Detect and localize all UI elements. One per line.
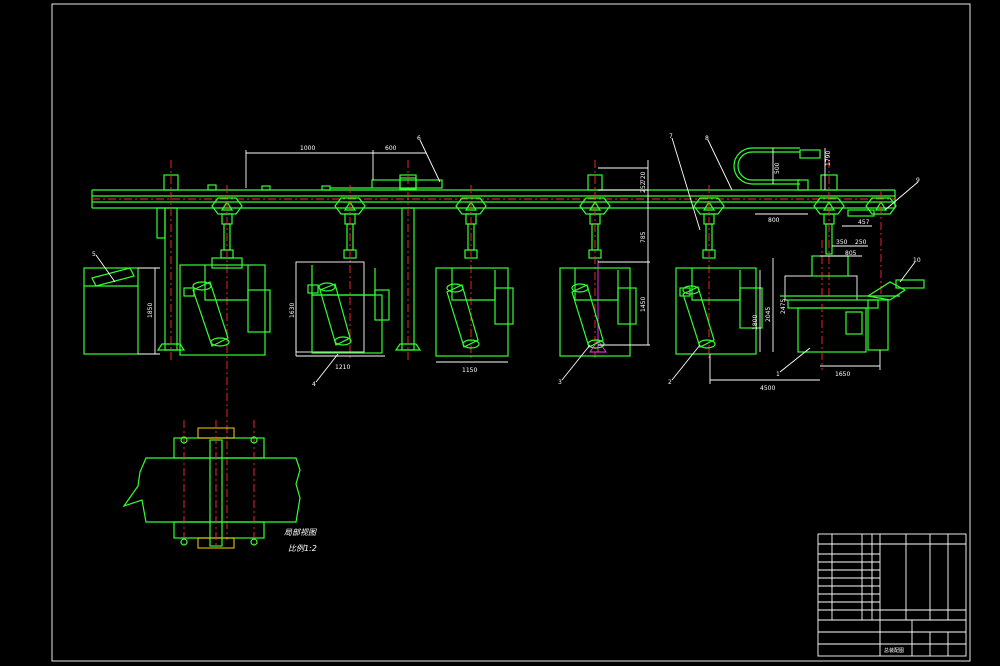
dim-1850: 1850 [147,303,154,318]
detail-view-scale: 比例1:2 [288,544,317,553]
press-station-1 [179,257,271,356]
dim-720: 720 [640,171,647,183]
dim-1630: 1630 [289,303,296,318]
manipulator-5 [693,185,725,358]
rail-cylinder [207,174,443,191]
press-station-3 [435,267,514,357]
dim-1000: 1000 [300,145,315,152]
detail-view-title: 局部视图 [284,528,317,537]
title-block: 总装配图 [817,533,967,657]
title-block-drawing-name: 总装配图 [884,647,904,654]
stacking-bin [83,267,139,355]
detail-view: 局部视图 比例1:2 [122,420,317,553]
manipulator-2 [334,185,366,358]
balloon-7: 7 [669,133,673,140]
dim-252: 252 [640,181,647,193]
dim-2045: 2045 [765,307,772,322]
balloon-10: 10 [913,257,921,264]
dim-1650: 1650 [835,371,850,378]
balloon-1: 1 [776,371,780,378]
dim-800: 800 [768,217,780,224]
manipulator-6 [813,160,845,300]
dim-457: 457 [858,219,870,226]
balloon-3: 3 [558,379,562,386]
press-station-5 [675,267,763,355]
dim-1800: 1800 [752,315,759,330]
dim-2475: 2475 [780,299,787,314]
dim-4500: 4500 [760,385,775,392]
balloon-4: 4 [312,381,316,388]
balloon-8: 8 [705,135,709,142]
dim-1150: 1150 [462,367,477,374]
dim-785: 785 [640,231,647,243]
dim-250: 250 [855,239,867,246]
balloon-numbers: 6 7 8 9 10 5 4 3 2 1 [92,133,921,388]
cutting-machine [780,240,925,370]
support-column-middle [394,160,422,360]
dim-350: 350 [836,239,848,246]
balloon-5: 5 [92,251,96,258]
manipulator-3 [455,185,487,358]
dim-805: 805 [845,250,857,257]
press-station-2 [295,261,390,354]
balloon-2: 2 [668,379,672,386]
dim-1450: 1450 [640,297,647,312]
dim-500: 500 [774,162,781,174]
manipulator-1 [211,185,243,540]
dim-600: 600 [385,145,397,152]
dim-1210: 1210 [335,364,350,371]
cad-drawing-canvas: 1000 600 720 785 1450 252 1210 1150 1630… [0,0,1000,666]
balloon-6: 6 [417,135,421,142]
balloon-9: 9 [916,177,920,184]
dim-1790: 1790 [825,151,832,166]
assembly-drawing: 1000 600 720 785 1450 252 1210 1150 1630… [51,3,971,662]
